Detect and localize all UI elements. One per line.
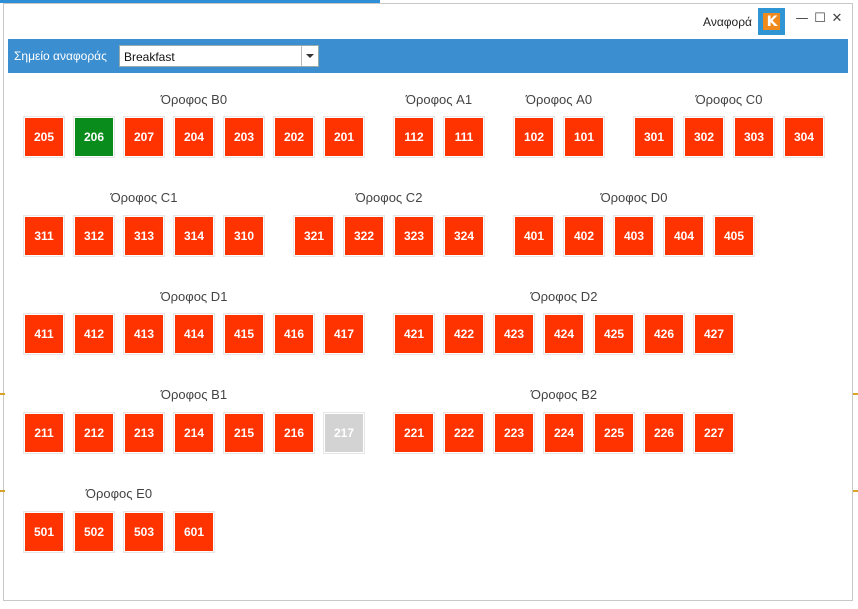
room-button[interactable]: 310	[223, 215, 265, 257]
room-button[interactable]: 423	[493, 313, 535, 355]
room-button[interactable]: 502	[73, 511, 115, 553]
room-button[interactable]: 101	[563, 116, 605, 158]
floor-label: Όροφος E0	[85, 486, 153, 501]
room-button[interactable]: 211	[23, 412, 65, 454]
room-button[interactable]: 207	[123, 116, 165, 158]
room-button[interactable]: 405	[713, 215, 755, 257]
room-button[interactable]: 427	[693, 313, 735, 355]
room-button[interactable]: 303	[733, 116, 775, 158]
room-button[interactable]: 426	[643, 313, 685, 355]
room-button[interactable]: 217	[323, 412, 365, 454]
floor-label: Όροφος D2	[530, 289, 598, 304]
room-button[interactable]: 301	[633, 116, 675, 158]
minimize-button[interactable]: —	[794, 11, 810, 27]
room-button[interactable]: 204	[173, 116, 215, 158]
room-button[interactable]: 415	[223, 313, 265, 355]
floor-label: Όροφος A1	[405, 92, 473, 107]
floor-label: Όροφος D1	[160, 289, 228, 304]
floor-label: Όροφος A0	[525, 92, 593, 107]
title-bar: Αναφορά K — ☐ ✕	[4, 4, 852, 38]
room-button[interactable]: 323	[393, 215, 435, 257]
room-button[interactable]: 312	[73, 215, 115, 257]
room-button[interactable]: 413	[123, 313, 165, 355]
room-button[interactable]: 503	[123, 511, 165, 553]
room-button[interactable]: 402	[563, 215, 605, 257]
edge-marker	[853, 393, 858, 395]
room-button[interactable]: 223	[493, 412, 535, 454]
room-button[interactable]: 112	[393, 116, 435, 158]
room-button[interactable]: 214	[173, 412, 215, 454]
room-button[interactable]: 313	[123, 215, 165, 257]
close-button[interactable]: ✕	[829, 11, 845, 27]
room-button[interactable]: 221	[393, 412, 435, 454]
room-button[interactable]: 215	[223, 412, 265, 454]
reference-point-select[interactable]: Breakfast	[119, 45, 319, 67]
floor-label: Όροφος D0	[600, 190, 668, 205]
room-button[interactable]: 203	[223, 116, 265, 158]
edge-marker	[0, 490, 5, 492]
room-button[interactable]: 422	[443, 313, 485, 355]
room-button[interactable]: 314	[173, 215, 215, 257]
room-button[interactable]: 404	[663, 215, 705, 257]
logo-text: K	[763, 13, 780, 30]
room-button[interactable]: 324	[443, 215, 485, 257]
room-button[interactable]: 216	[273, 412, 315, 454]
room-button[interactable]: 227	[693, 412, 735, 454]
room-button[interactable]: 403	[613, 215, 655, 257]
edge-marker	[0, 393, 5, 395]
floor-label: Όροφος B0	[160, 92, 228, 107]
edge-marker	[853, 490, 858, 492]
room-button[interactable]: 212	[73, 412, 115, 454]
select-value: Breakfast	[124, 50, 175, 64]
floor-label: Όροφος C2	[355, 190, 423, 205]
room-button[interactable]: 601	[173, 511, 215, 553]
room-button[interactable]: 201	[323, 116, 365, 158]
room-button[interactable]: 501	[23, 511, 65, 553]
room-button[interactable]: 206	[73, 116, 115, 158]
floor-label: Όροφος C1	[110, 190, 178, 205]
room-button[interactable]: 222	[443, 412, 485, 454]
room-button[interactable]: 102	[513, 116, 555, 158]
floor-label: Όροφος B1	[160, 387, 228, 402]
room-button[interactable]: 304	[783, 116, 825, 158]
app-logo-icon: K	[758, 8, 785, 35]
room-button[interactable]: 225	[593, 412, 635, 454]
room-button[interactable]: 224	[543, 412, 585, 454]
app-window: Αναφορά K — ☐ ✕ Σημείο αναφοράς Breakfas…	[3, 3, 853, 601]
room-button[interactable]: 411	[23, 313, 65, 355]
room-button[interactable]: 417	[323, 313, 365, 355]
chevron-down-icon[interactable]	[301, 46, 318, 66]
floor-label: Όροφος C0	[695, 92, 763, 107]
room-button[interactable]: 311	[23, 215, 65, 257]
room-button[interactable]: 321	[293, 215, 335, 257]
room-button[interactable]: 421	[393, 313, 435, 355]
room-button[interactable]: 202	[273, 116, 315, 158]
room-button[interactable]: 111	[443, 116, 485, 158]
room-button[interactable]: 226	[643, 412, 685, 454]
room-button[interactable]: 401	[513, 215, 555, 257]
room-button[interactable]: 205	[23, 116, 65, 158]
room-button[interactable]: 425	[593, 313, 635, 355]
floor-label: Όροφος B2	[530, 387, 598, 402]
room-button[interactable]: 424	[543, 313, 585, 355]
reference-toolbar: Σημείο αναφοράς Breakfast	[8, 39, 848, 73]
room-button[interactable]: 416	[273, 313, 315, 355]
room-button[interactable]: 213	[123, 412, 165, 454]
window-title: Αναφορά	[703, 15, 752, 29]
room-button[interactable]: 302	[683, 116, 725, 158]
room-button[interactable]: 412	[73, 313, 115, 355]
room-button[interactable]: 322	[343, 215, 385, 257]
reference-point-label: Σημείο αναφοράς	[14, 49, 107, 63]
maximize-button[interactable]: ☐	[812, 11, 828, 27]
room-button[interactable]: 414	[173, 313, 215, 355]
